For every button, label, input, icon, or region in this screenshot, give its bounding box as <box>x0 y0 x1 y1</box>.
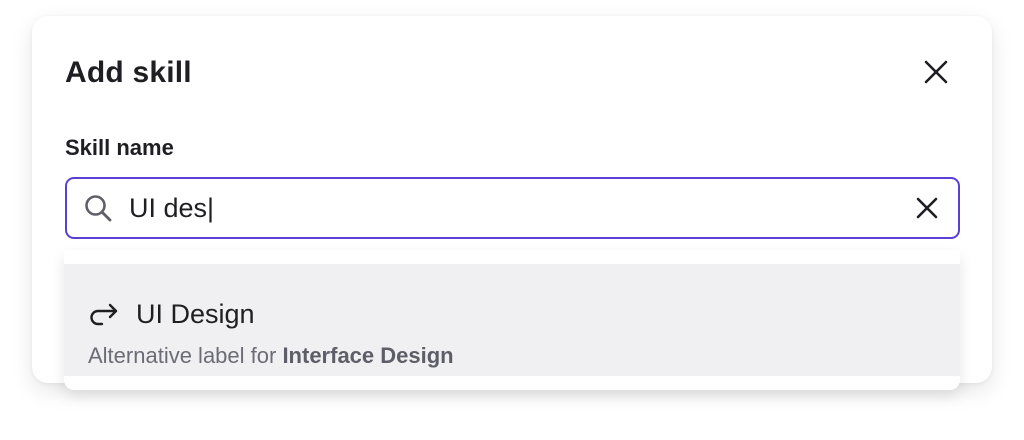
skill-search-field[interactable] <box>65 177 960 239</box>
clear-input-button[interactable] <box>913 194 941 222</box>
suggestion-dropdown: UI Design Alternative label for Interfac… <box>64 250 960 390</box>
skill-search-input[interactable] <box>129 179 889 237</box>
dialog-title: Add skill <box>65 56 192 89</box>
suggestion-label: UI Design <box>136 299 255 329</box>
suggestion-option[interactable]: UI Design Alternative label for Interfac… <box>64 264 960 376</box>
suggestion-description: Alternative label for Interface Design <box>88 342 454 370</box>
suggestion-description-prefix: Alternative label for <box>88 343 283 368</box>
close-button[interactable] <box>918 54 954 90</box>
search-icon <box>85 195 112 222</box>
close-icon <box>924 60 948 84</box>
clear-icon <box>916 197 938 219</box>
redirect-arrow-icon <box>90 303 118 326</box>
suggestion-target: Interface Design <box>282 343 454 368</box>
skill-name-label: Skill name <box>65 135 174 160</box>
